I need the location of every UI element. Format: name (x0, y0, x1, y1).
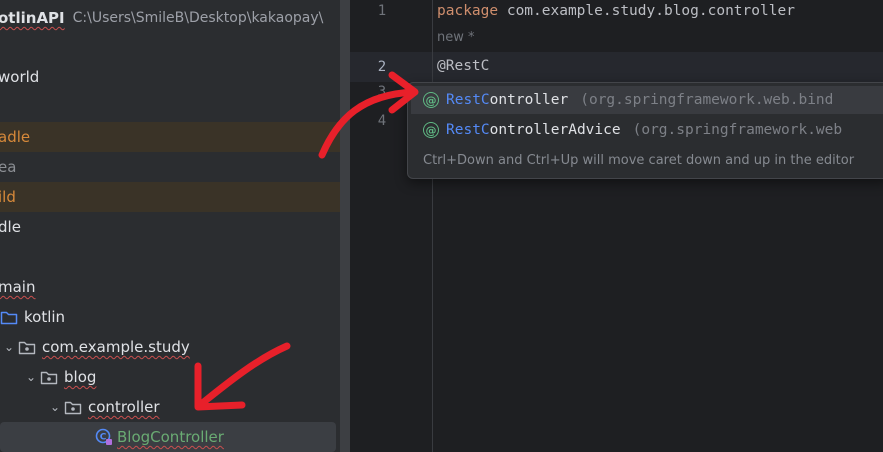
tree-item-blog[interactable]: ⌄ blog (0, 362, 340, 392)
gutter-divider (432, 0, 433, 452)
svg-text:C: C (100, 433, 107, 443)
chevron-down-icon[interactable]: ⌄ (22, 370, 40, 384)
kotlin-class-icon: C (95, 428, 113, 446)
annotation-icon: @ (423, 122, 439, 138)
completion-match: RestC (446, 92, 490, 108)
tree-item-label: controller (88, 398, 160, 416)
completion-item-restcontrolleradvice[interactable]: @ RestC ontrollerAdvice (org.springframew… (411, 116, 883, 144)
completion-rest: ontroller (489, 92, 569, 108)
code-line-annotation[interactable]: @RestC (437, 58, 489, 74)
chevron-down-icon[interactable]: ⌄ (46, 400, 64, 414)
package-name: com.example.study.blog.controller (498, 3, 795, 19)
code-line-package[interactable]: package com.example.study.blog.controlle… (437, 3, 795, 19)
tree-item-world[interactable]: world (0, 62, 340, 92)
tree-item-label: main (0, 278, 36, 296)
tree-item-gradle-file[interactable]: adle (0, 122, 340, 152)
completion-item-restcontroller[interactable]: @ RestC ontroller (org.springframework.we… (411, 86, 883, 114)
code-editor[interactable]: 1 2 3 4 package com.example.study.blog.c… (350, 0, 883, 452)
code-completion-popup: @ RestC ontroller (org.springframework.we… (407, 82, 883, 179)
tree-item-label: blog (64, 368, 97, 386)
tree-item-gradle-settings[interactable]: dle (0, 212, 340, 242)
annotation-icon: @ (423, 92, 439, 108)
project-root-row[interactable]: otlinAPI C:\Users\SmileB\Desktop\kakaopa… (0, 4, 340, 32)
tree-item-label: adle (0, 128, 31, 146)
completion-match: RestC (446, 122, 490, 138)
completion-rest: ontrollerAdvice (489, 122, 621, 138)
project-path: C:\Users\SmileB\Desktop\kakaopay\ (72, 10, 324, 26)
typed-annotation: @RestC (437, 58, 490, 74)
tree-item-com-example-study[interactable]: ⌄ com.example.study (0, 332, 340, 362)
project-tool-window: otlinAPI C:\Users\SmileB\Desktop\kakaopa… (0, 0, 340, 452)
tree-item-label: world (0, 68, 40, 86)
tree-item-label: dle (0, 218, 21, 236)
line-number: 4 (377, 113, 387, 129)
package-folder-icon (64, 400, 82, 415)
completion-package: (org.springframework.web.bind (580, 92, 834, 108)
line-number: 3 (377, 84, 387, 100)
tree-item-label: ea (0, 158, 17, 176)
project-name: otlinAPI (0, 9, 65, 27)
tree-item-label: com.example.study (42, 338, 190, 356)
tree-item-label: kotlin (24, 308, 66, 326)
tree-item-blogcontroller[interactable]: C BlogController (0, 422, 336, 452)
chevron-down-icon[interactable]: ⌄ (0, 340, 18, 354)
package-folder-icon (40, 370, 58, 385)
tree-item-label: BlogController (117, 428, 224, 446)
tree-item-label: ild (0, 188, 16, 206)
tree-item-kotlin[interactable]: kotlin (0, 302, 340, 332)
tree-item-idea[interactable]: ea (0, 152, 340, 182)
keyword-package: package (437, 3, 499, 19)
current-line-highlight (350, 52, 883, 82)
tree-item-controller[interactable]: ⌄ controller (0, 392, 340, 422)
completion-package: (org.springframework.web (632, 122, 843, 138)
line-number: 2 (377, 59, 387, 75)
line-number: 1 (377, 3, 387, 19)
inlay-hint-author[interactable]: new * (437, 30, 475, 45)
panel-splitter[interactable] (340, 0, 350, 452)
tree-item-build[interactable]: ild (0, 182, 340, 212)
completion-hint: Ctrl+Down and Ctrl+Up will move caret do… (423, 153, 855, 168)
source-folder-icon (0, 310, 18, 325)
package-folder-icon (18, 340, 36, 355)
tree-item-main[interactable]: main (0, 272, 340, 302)
